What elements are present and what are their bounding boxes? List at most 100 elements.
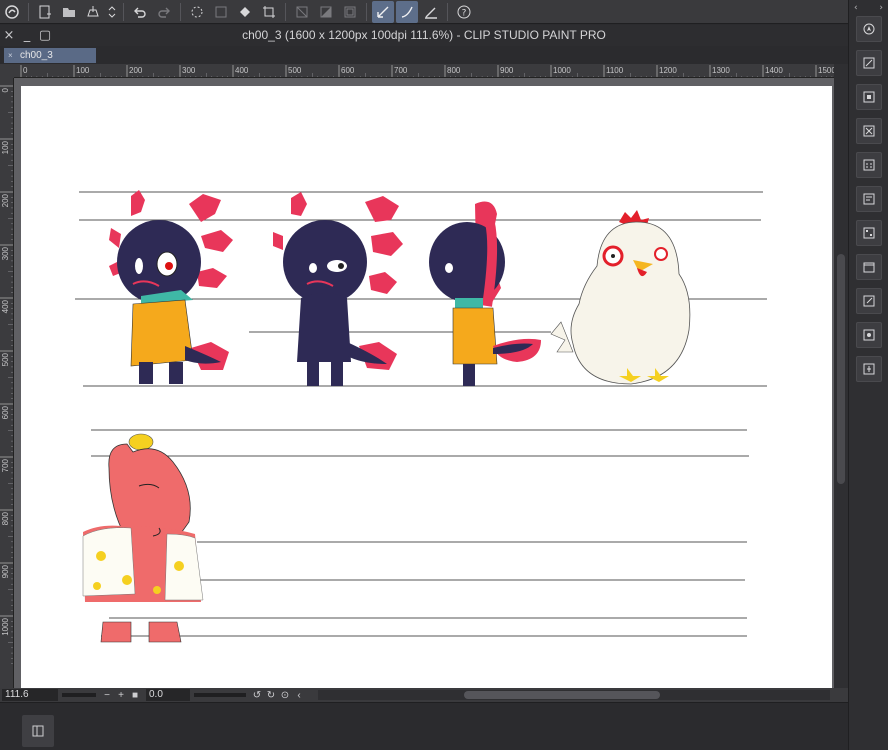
window-title: ch00_3 (1600 x 1200px 100dpi 111.6%) - C… [242, 28, 606, 42]
clip-studio-icon[interactable] [1, 1, 23, 23]
snap-grid-icon[interactable] [420, 1, 442, 23]
redo-icon[interactable] [153, 1, 175, 23]
ruler-tick-label: 1500 [818, 66, 834, 75]
ruler-tick-label: 200 [1, 193, 10, 207]
snap-special-ruler-icon[interactable] [396, 0, 418, 23]
ruler-corner [0, 64, 14, 78]
vertical-scrollbar-thumb[interactable] [837, 254, 845, 484]
transform-icon[interactable] [210, 1, 232, 23]
ruler-tick-label: 800 [447, 66, 461, 75]
ruler-tick-label: 600 [341, 66, 355, 75]
zoom-slider[interactable] [62, 693, 96, 697]
collapse-left-icon[interactable]: ‹ [854, 3, 858, 13]
save-icon[interactable] [82, 1, 104, 23]
layer-icon[interactable] [856, 118, 882, 144]
loading-icon[interactable] [186, 1, 208, 23]
history-icon[interactable] [856, 254, 882, 280]
animation-icon[interactable] [856, 356, 882, 382]
invert-icon[interactable] [315, 1, 337, 23]
ruler-tick-label: 1200 [659, 66, 677, 75]
toolbar-separator [180, 2, 181, 21]
open-file-icon[interactable] [58, 1, 80, 23]
navigator-icon[interactable] [856, 16, 882, 42]
ruler-tick-label: 600 [1, 405, 10, 419]
ruler-tick-label: 100 [76, 66, 90, 75]
border-icon[interactable] [339, 1, 361, 23]
auto-action-icon[interactable] [856, 288, 882, 314]
command-bar: ? [0, 0, 848, 24]
ruler-tick-label: 900 [500, 66, 514, 75]
tab-close-icon[interactable]: × [8, 48, 13, 63]
ruler-tick-label: 700 [394, 66, 408, 75]
title-bar: × _ ▢ ch00_3 (1600 x 1200px 100dpi 111.6… [0, 25, 848, 46]
rotation-slider[interactable] [194, 693, 246, 697]
vertical-scrollbar[interactable] [834, 64, 848, 688]
ruler-tick-label: 1300 [712, 66, 730, 75]
close-window-icon[interactable]: × [0, 27, 18, 45]
rooster [550, 210, 691, 385]
toolbar-separator [447, 2, 448, 21]
horizontal-scrollbar-thumb[interactable] [464, 691, 660, 699]
ruler-tick-label: 800 [1, 511, 10, 525]
vertical-ruler-ticks: 0 100 200 300 400 500 600 700 800 900 1000 [0, 85, 13, 664]
horizontal-ruler-ticks: 0 100 200 300 400 500 600 700 800 900 1000 1100 1200… [20, 65, 834, 77]
item-bank-icon[interactable] [856, 322, 882, 348]
reset-rotation-icon[interactable]: ⊙ [278, 690, 292, 701]
palette-bar-header: ‹ › [849, 0, 888, 16]
ruler-tick-label: 300 [182, 66, 196, 75]
ruler-tick-label: 100 [1, 140, 10, 154]
snap-ruler-icon[interactable] [372, 0, 394, 23]
tool-property-icon[interactable] [856, 186, 882, 212]
layer-property-icon[interactable] [856, 84, 882, 110]
undo-icon[interactable] [129, 1, 151, 23]
zoom-out-button[interactable]: − [100, 690, 114, 701]
rotation-value-field[interactable]: 0.0 [146, 689, 190, 701]
clip-studio-window: ? × _ ▢ ch00_3 (1600 x 1200px 100dpi 111… [0, 0, 888, 750]
toolbar-separator [123, 2, 124, 21]
canvas-area[interactable] [14, 78, 834, 688]
ruler-tick-label: 1400 [765, 66, 783, 75]
ruler-tick-label: 900 [1, 564, 10, 578]
flip-icon[interactable]: ‹ [292, 690, 306, 701]
artwork [75, 190, 767, 643]
sub-view-icon[interactable] [856, 50, 882, 76]
canvas-paper[interactable] [21, 86, 832, 688]
color-set-icon[interactable] [856, 220, 882, 246]
rotate-left-icon[interactable]: ↺ [250, 690, 264, 701]
palette-dock-icon[interactable] [22, 715, 54, 747]
ruler-tick-label: 700 [1, 458, 10, 472]
horizontal-ruler[interactable]: 0 100 200 300 400 500 600 700 800 900 1000 1100 1200… [14, 64, 834, 78]
toolbar-separator [28, 2, 29, 21]
clear-icon[interactable] [291, 1, 313, 23]
help-icon[interactable]: ? [453, 1, 475, 23]
tab-label: ch00_3 [20, 50, 53, 61]
chevrons-icon[interactable] [106, 1, 118, 23]
horizontal-scrollbar[interactable] [318, 690, 830, 700]
rotate-right-icon[interactable]: ↻ [264, 690, 278, 701]
document-tab[interactable]: × ch00_3 [4, 48, 96, 63]
ruler-tick-label: 500 [288, 66, 302, 75]
collapse-right-icon[interactable]: › [879, 3, 883, 13]
hippo [82, 433, 204, 643]
right-palette-bar: ‹ › [848, 0, 888, 750]
ruler-tick-label: 1000 [553, 66, 571, 75]
ruler-tick-label: 200 [129, 66, 143, 75]
new-file-icon[interactable] [34, 1, 56, 23]
fill-icon[interactable] [234, 1, 256, 23]
zoom-in-button[interactable]: + [114, 690, 128, 701]
document-tab-bar: × ch00_3 [0, 46, 848, 64]
ruler-tick-label: 300 [1, 246, 10, 260]
ruler-tick-label: 1100 [606, 66, 624, 75]
material-icon[interactable] [856, 152, 882, 178]
crop-icon[interactable] [258, 1, 280, 23]
ruler-tick-label: 400 [1, 299, 10, 313]
minimize-window-icon[interactable]: _ [18, 27, 36, 45]
zoom-value-field[interactable]: 111.6 [2, 689, 58, 701]
fit-icon[interactable]: ■ [128, 690, 142, 701]
axolotl-front-coat [109, 190, 233, 384]
toolbar-separator [285, 2, 286, 21]
vertical-ruler[interactable]: 0 100 200 300 400 500 600 700 800 900 1000 [0, 78, 14, 688]
maximize-window-icon[interactable]: ▢ [36, 27, 54, 45]
toolbar-separator [366, 2, 367, 21]
navigator-status-bar: 111.6 − + ■ 0.0 ↺ ↻ ⊙ ‹ [0, 688, 848, 702]
